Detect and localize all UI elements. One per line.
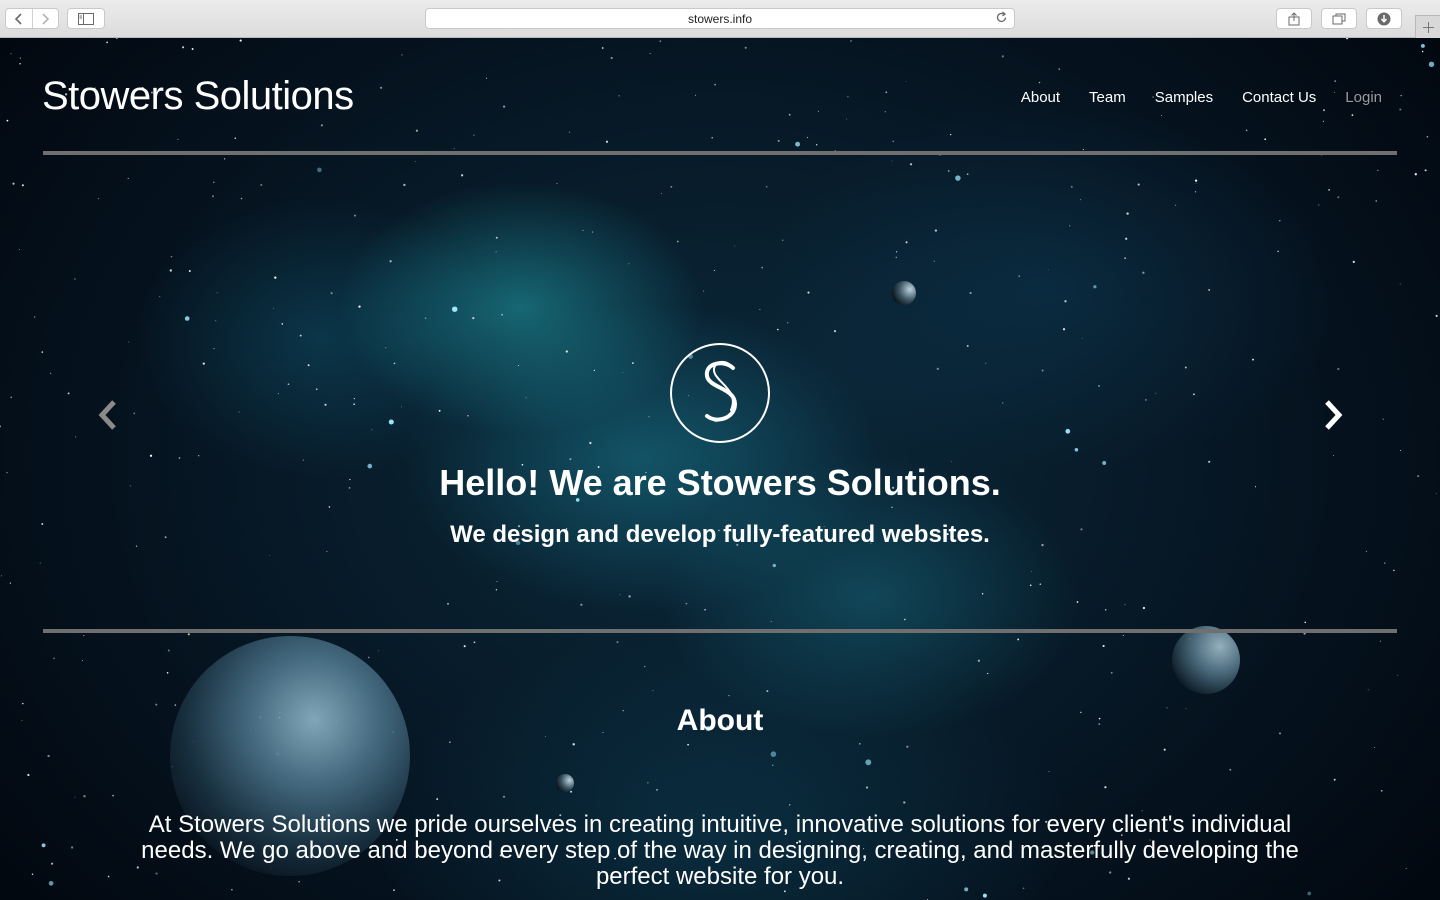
plus-icon — [1422, 21, 1434, 33]
chevron-left-icon — [98, 400, 116, 430]
divider — [43, 629, 1397, 633]
nav-link-login[interactable]: Login — [1345, 89, 1382, 106]
chevron-right-icon — [1325, 400, 1343, 430]
main-nav: About Team Samples Contact Us Login — [1021, 89, 1382, 106]
chevron-left-icon — [14, 12, 22, 25]
forward-button[interactable] — [33, 9, 59, 28]
nav-link-contact[interactable]: Contact Us — [1242, 89, 1316, 106]
reload-icon — [996, 11, 1007, 23]
tabs-icon — [1332, 13, 1346, 24]
url-text: stowers.info — [687, 11, 753, 26]
address-bar[interactable]: stowers.info — [425, 8, 1015, 29]
share-icon — [1288, 11, 1300, 25]
sidebar-button[interactable] — [67, 8, 105, 29]
new-tab-button[interactable] — [1415, 15, 1440, 38]
history-nav-group — [5, 8, 59, 29]
web-page: Stowers Solutions About Team Samples Con… — [0, 38, 1440, 900]
carousel-next-button[interactable] — [1318, 395, 1348, 435]
chevron-right-icon — [42, 12, 50, 25]
moon-decoration — [892, 281, 916, 305]
s-logo-icon — [704, 360, 738, 422]
browser-toolbar: stowers.info — [0, 0, 1440, 38]
back-button[interactable] — [6, 9, 33, 28]
about-heading: About — [676, 704, 764, 737]
hero-subtitle: We design and develop fully-featured web… — [450, 521, 990, 548]
divider — [43, 151, 1397, 155]
nav-link-about[interactable]: About — [1021, 89, 1060, 106]
downloads-button[interactable] — [1366, 8, 1402, 29]
about-description: At Stowers Solutions we pride ourselves … — [141, 811, 1299, 890]
show-tabs-button[interactable] — [1321, 8, 1357, 29]
download-icon — [1377, 12, 1391, 25]
company-logo — [670, 343, 770, 443]
planet-decoration — [1172, 626, 1240, 694]
sidebar-icon — [78, 12, 94, 25]
carousel-prev-button[interactable] — [93, 395, 123, 435]
nav-link-team[interactable]: Team — [1089, 89, 1126, 106]
share-button[interactable] — [1276, 8, 1312, 29]
reload-button[interactable] — [995, 11, 1008, 27]
site-brand[interactable]: Stowers Solutions — [42, 74, 354, 119]
nav-link-samples[interactable]: Samples — [1155, 89, 1213, 106]
hero-title: Hello! We are Stowers Solutions. — [439, 462, 1001, 503]
moon-decoration — [556, 774, 574, 792]
